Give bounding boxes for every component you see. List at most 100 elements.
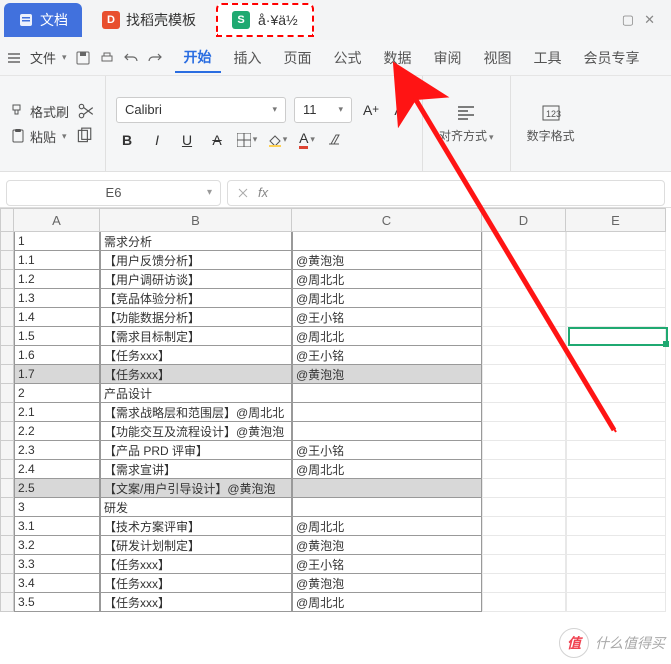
cell[interactable] <box>482 346 566 365</box>
cell[interactable]: @周北北 <box>292 289 482 308</box>
cell[interactable] <box>566 479 666 498</box>
cell[interactable] <box>292 498 482 517</box>
col-header-D[interactable]: D <box>482 208 566 232</box>
close-icon[interactable]: ✕ <box>644 12 655 28</box>
cell[interactable] <box>482 365 566 384</box>
row-header[interactable] <box>0 460 14 479</box>
cell[interactable] <box>566 536 666 555</box>
strike-button[interactable]: A <box>206 129 228 151</box>
cell[interactable] <box>566 422 666 441</box>
align-button[interactable]: 对齐方式▾ <box>433 82 500 165</box>
undo-icon[interactable] <box>123 50 139 66</box>
cell[interactable] <box>292 479 482 498</box>
name-box[interactable]: E6 ▾ <box>6 180 221 206</box>
col-header-A[interactable]: A <box>14 208 100 232</box>
scissors-icon[interactable] <box>77 102 95 120</box>
tab-docs[interactable]: 文档 <box>4 3 82 37</box>
cell[interactable] <box>292 232 482 251</box>
row-header[interactable] <box>0 574 14 593</box>
cell[interactable] <box>566 403 666 422</box>
cell[interactable]: @王小铭 <box>292 555 482 574</box>
cell[interactable]: 【技术方案评审】 <box>100 517 292 536</box>
row-header[interactable] <box>0 308 14 327</box>
font-decrease-button[interactable]: A- <box>390 99 412 121</box>
row-header[interactable] <box>0 403 14 422</box>
clear-format-icon[interactable] <box>326 132 342 148</box>
cell[interactable]: 【任务xxx】 <box>100 555 292 574</box>
cell[interactable] <box>566 365 666 384</box>
cell[interactable] <box>566 555 666 574</box>
cell[interactable]: @周北北 <box>292 270 482 289</box>
row-header[interactable] <box>0 498 14 517</box>
menu-member[interactable]: 会员专享 <box>575 44 649 72</box>
redo-icon[interactable] <box>147 50 163 66</box>
cell[interactable] <box>292 384 482 403</box>
cell[interactable]: 3.4 <box>14 574 100 593</box>
row-header[interactable] <box>0 536 14 555</box>
menu-view[interactable]: 视图 <box>475 44 521 72</box>
font-name-select[interactable]: Calibri▾ <box>116 97 286 123</box>
cancel-icon[interactable] <box>236 186 250 200</box>
cell[interactable]: 2.2 <box>14 422 100 441</box>
cell[interactable] <box>566 232 666 251</box>
menu-start[interactable]: 开始 <box>175 43 221 73</box>
cell[interactable] <box>482 479 566 498</box>
cell[interactable]: 1.4 <box>14 308 100 327</box>
cell[interactable] <box>566 460 666 479</box>
font-increase-button[interactable]: A+ <box>360 99 382 121</box>
row-header[interactable] <box>0 251 14 270</box>
cell[interactable]: 1.6 <box>14 346 100 365</box>
cell[interactable] <box>482 308 566 327</box>
menu-formula[interactable]: 公式 <box>325 44 371 72</box>
cell[interactable]: @周北北 <box>292 517 482 536</box>
cell[interactable] <box>482 593 566 612</box>
cell[interactable]: 2 <box>14 384 100 403</box>
copy-icon[interactable] <box>75 127 93 145</box>
cell[interactable] <box>482 517 566 536</box>
cell[interactable]: 3.1 <box>14 517 100 536</box>
menu-review[interactable]: 审阅 <box>425 44 471 72</box>
row-header[interactable] <box>0 593 14 612</box>
cell[interactable] <box>482 574 566 593</box>
cell[interactable]: 【用户反馈分析】 <box>100 251 292 270</box>
cell[interactable] <box>566 384 666 403</box>
cell[interactable] <box>482 384 566 403</box>
file-menu[interactable]: 文件▾ <box>30 48 67 67</box>
cell[interactable]: 1.7 <box>14 365 100 384</box>
cell[interactable] <box>482 232 566 251</box>
cell[interactable]: 【任务xxx】 <box>100 593 292 612</box>
cell[interactable]: 【竞品体验分析】 <box>100 289 292 308</box>
row-header[interactable] <box>0 346 14 365</box>
cell[interactable]: 3 <box>14 498 100 517</box>
cell[interactable]: 【功能交互及流程设计】@黄泡泡 <box>100 422 292 441</box>
cell[interactable]: 【需求战略层和范围层】@周北北 <box>100 403 292 422</box>
row-header[interactable] <box>0 422 14 441</box>
cell[interactable] <box>482 289 566 308</box>
cell[interactable] <box>566 498 666 517</box>
cell[interactable] <box>482 536 566 555</box>
cell[interactable] <box>482 555 566 574</box>
cell[interactable]: @黄泡泡 <box>292 365 482 384</box>
cell[interactable]: @周北北 <box>292 327 482 346</box>
cell[interactable] <box>482 270 566 289</box>
cell[interactable]: 需求分析 <box>100 232 292 251</box>
cell[interactable] <box>566 346 666 365</box>
menu-icon[interactable] <box>6 50 22 66</box>
cell[interactable] <box>482 498 566 517</box>
row-header[interactable] <box>0 479 14 498</box>
cell[interactable] <box>566 308 666 327</box>
cell[interactable]: 【任务xxx】 <box>100 365 292 384</box>
font-color-button[interactable]: A▾ <box>296 129 318 151</box>
menu-tools[interactable]: 工具 <box>525 44 571 72</box>
cell[interactable] <box>482 327 566 346</box>
print-icon[interactable] <box>99 50 115 66</box>
cell[interactable]: 3.2 <box>14 536 100 555</box>
cell[interactable]: 【产品 PRD 评审】 <box>100 441 292 460</box>
cell[interactable]: @黄泡泡 <box>292 574 482 593</box>
tab-template[interactable]: D 找稻壳模板 <box>88 3 210 37</box>
cell[interactable] <box>566 270 666 289</box>
cell[interactable]: 1.1 <box>14 251 100 270</box>
cell[interactable]: 1.3 <box>14 289 100 308</box>
border-button[interactable]: ▾ <box>236 129 258 151</box>
cell[interactable]: @王小铭 <box>292 441 482 460</box>
